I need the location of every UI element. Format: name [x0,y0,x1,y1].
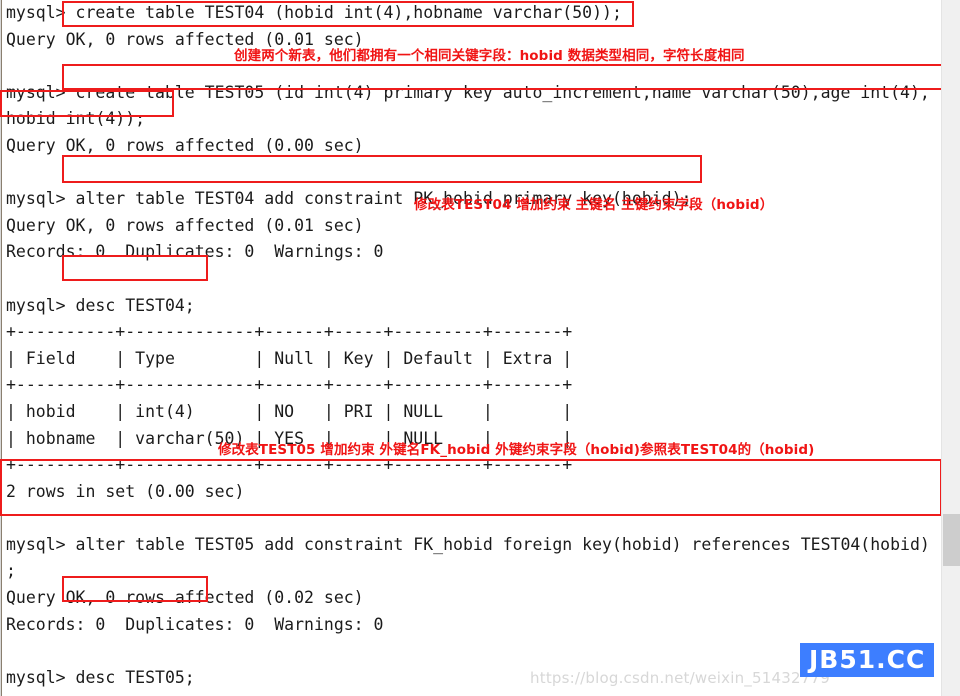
terminal-line: ; [6,561,16,581]
terminal-line: Records: 0 Duplicates: 0 Warnings: 0 [6,242,384,262]
terminal-line: mysql> desc TEST04; [6,295,195,315]
terminal-line: Query OK, 0 rows affected (0.02 sec) [6,588,364,608]
terminal-line: +-------+-------------+------+-----+----… [3,691,940,696]
jb51-badge: JB51.CC [800,643,935,677]
annotation-primary-key: 修改表TEST04 增加约束 主键名 主键约束字段（hobid） [414,197,774,213]
terminal-output[interactable]: mysql> create table TEST04 (hobid int(4)… [3,0,940,696]
terminal-line: Query OK, 0 rows affected (0.00 sec) [6,135,364,155]
terminal-line: 2 rows in set (0.00 sec) [6,481,245,501]
terminal-line: hobid int(4)); [6,109,146,129]
annotation-create-tables: 创建两个新表，他们都拥有一个相同关键字段：hobid 数据类型相同，字符长度相同 [234,48,745,64]
annotation-foreign-key: 修改表TEST05 增加约束 外键名FK_hobid 外键约束字段（hobid)… [218,442,815,458]
terminal-line: +----------+-------------+------+-----+-… [6,375,573,395]
terminal-line: Query OK, 0 rows affected (0.01 sec) [6,215,364,235]
terminal-line: | Field | Type | Null | Key | Default | … [6,348,573,368]
scrollbar-thumb[interactable] [943,514,960,566]
terminal-line: | hobid | int(4) | NO | PRI | NULL | | [6,401,573,421]
window-edge-inner [1,0,2,696]
terminal-line: +----------+-------------+------+-----+-… [6,322,573,342]
csdn-watermark: https://blog.csdn.net/weixin_51432779 [530,669,830,687]
vertical-scrollbar[interactable] [941,0,960,696]
terminal-line: mysql> alter table TEST05 add constraint… [6,534,930,554]
terminal-line: Records: 0 Duplicates: 0 Warnings: 0 [6,614,384,634]
mysql-terminal-window: mysql> create table TEST04 (hobid int(4)… [0,0,960,696]
terminal-line: mysql> create table TEST05 (id int(4) pr… [6,82,930,102]
terminal-line: mysql> create table TEST04 (hobid int(4)… [6,3,622,22]
